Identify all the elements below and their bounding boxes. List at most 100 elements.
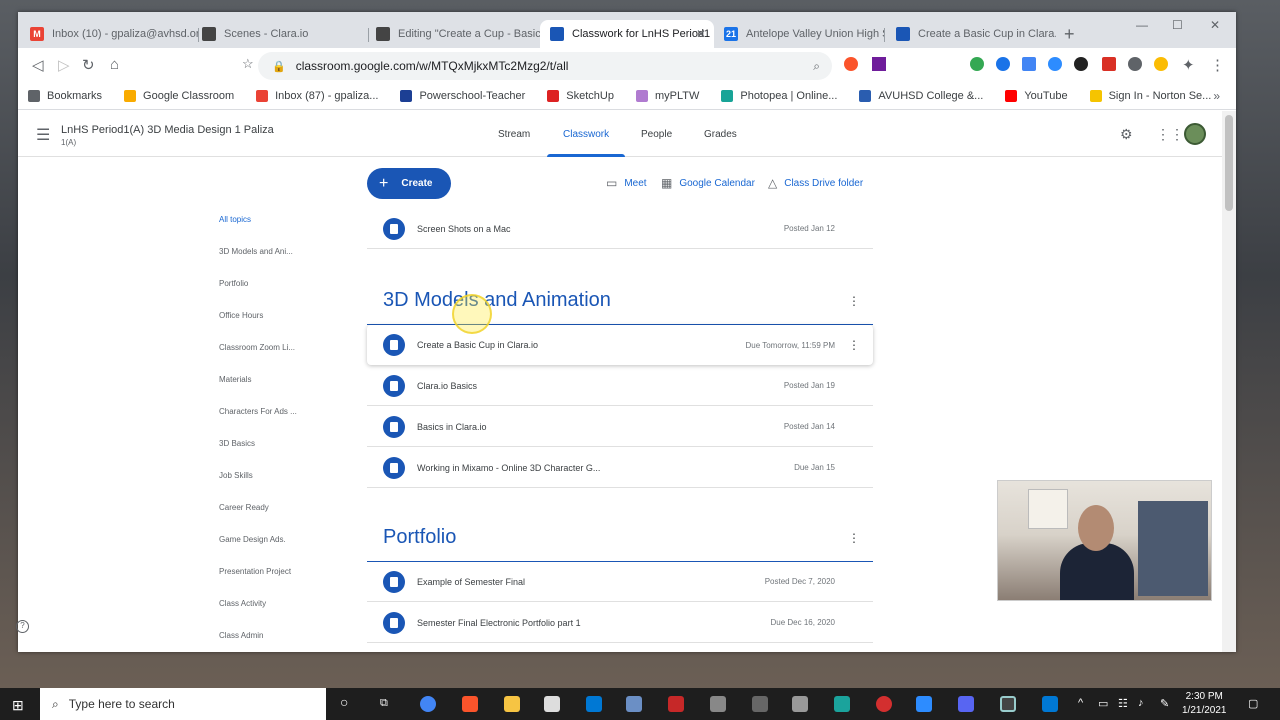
google-calendar-link[interactable]: ▦ Google Calendar [661, 176, 755, 190]
extension-icon[interactable] [1128, 57, 1142, 71]
cortana-icon[interactable]: ○ [340, 694, 348, 710]
windows-start-icon[interactable]: ⊞ [12, 697, 24, 714]
extension-icon[interactable] [1022, 57, 1036, 71]
topic-item[interactable]: 3D Models and Ani... [219, 247, 293, 256]
battery-icon[interactable]: ▭ [1098, 697, 1108, 710]
tab-grades[interactable]: Grades [704, 129, 737, 140]
more-bookmarks-icon[interactable]: » [1213, 89, 1220, 103]
tab-people[interactable]: People [641, 129, 672, 140]
mail-icon[interactable] [586, 696, 602, 712]
pen-icon[interactable]: ✎ [1160, 697, 1169, 710]
zoom-ext-icon[interactable] [1048, 57, 1062, 71]
bookmark-item[interactable]: Google Classroom [124, 89, 234, 102]
chrome-icon[interactable] [420, 696, 436, 712]
tab-antelope-valley[interactable]: 21 Antelope Valley Union High Sch [714, 20, 884, 48]
tab-gmail[interactable]: M Inbox (10) - gpaliza@avhsd.org [20, 20, 198, 48]
new-tab-icon[interactable]: + [1064, 24, 1075, 45]
show-hidden-icons[interactable]: ^ [1078, 697, 1083, 709]
topic-item[interactable]: Materials [219, 375, 251, 384]
acrobat-icon[interactable] [668, 696, 684, 712]
topic-item[interactable]: Game Design Ads. [219, 535, 286, 544]
discord-icon[interactable] [958, 696, 974, 712]
back-icon[interactable]: ◁ [32, 56, 44, 74]
topic-item[interactable]: Presentation Project [219, 567, 291, 576]
recorder-icon[interactable] [1000, 696, 1016, 712]
forward-icon[interactable]: ▷ [58, 56, 70, 74]
bookmark-item[interactable]: Bookmarks [28, 89, 102, 102]
zoom-icon[interactable]: ⌕ [813, 59, 820, 74]
topic-all[interactable]: All topics [219, 215, 251, 224]
tab-clara-editing[interactable]: Editing "Create a Cup - Basics" [366, 20, 542, 48]
extension-icon[interactable] [996, 57, 1010, 71]
store-icon[interactable] [544, 696, 560, 712]
tab-classwork[interactable]: Classwork for LnHS Period1 ✕ [540, 20, 714, 48]
topic-item[interactable]: 3D Basics [219, 439, 255, 448]
classwork-item[interactable]: Clara.io Basics Posted Jan 19 [367, 366, 873, 406]
app-icon[interactable] [792, 696, 808, 712]
avatar[interactable] [1184, 123, 1206, 145]
brave-icon[interactable] [462, 696, 478, 712]
bookmark-item[interactable]: SketchUp [547, 89, 614, 102]
extension-icon[interactable] [970, 57, 984, 71]
bookmark-item[interactable]: YouTube [1005, 89, 1068, 102]
create-button[interactable]: + Create [367, 168, 451, 199]
task-view-icon[interactable]: ⧉ [380, 697, 388, 710]
meet-link[interactable]: ▭ Meet [606, 176, 647, 190]
settings-gear-icon[interactable]: ⚙ [1120, 126, 1133, 143]
class-title[interactable]: LnHS Period1(A) 3D Media Design 1 Paliza [61, 124, 274, 136]
bookmark-star-icon[interactable]: ☆ [242, 56, 254, 72]
item-more-icon[interactable]: ⋮ [847, 338, 861, 352]
taskbar-search[interactable]: ⌕ Type here to search [40, 688, 326, 720]
topic-item[interactable]: Portfolio [219, 279, 248, 288]
bookmark-item[interactable]: AVUHSD College &... [859, 89, 983, 102]
puzzle-icon[interactable]: ✦ [1182, 56, 1195, 74]
section-title[interactable]: Portfolio [383, 526, 456, 549]
topic-item[interactable]: Class Admin [219, 631, 263, 640]
topic-item[interactable]: Characters For Ads ... [219, 407, 297, 416]
extension-icon[interactable] [1074, 57, 1088, 71]
classwork-item[interactable]: Screen Shots on a Mac Posted Jan 12 [367, 209, 873, 249]
classwork-item[interactable]: Working in Mixamo - Online 3D Character … [367, 448, 873, 488]
topic-item[interactable]: Job Skills [219, 471, 253, 480]
scrollbar-thumb[interactable] [1225, 115, 1233, 211]
reload-icon[interactable]: ↻ [82, 56, 95, 74]
file-explorer-icon[interactable] [504, 696, 520, 712]
topic-item[interactable]: Class Activity [219, 599, 266, 608]
app-icon[interactable] [1042, 696, 1058, 712]
class-drive-folder-link[interactable]: △ Class Drive folder [768, 176, 863, 190]
extension-icon[interactable] [872, 57, 886, 71]
volume-icon[interactable]: ♪ [1138, 697, 1144, 709]
network-icon[interactable]: ☷ [1118, 697, 1128, 710]
bookmark-item[interactable]: Powerschool-Teacher [400, 89, 525, 102]
extension-icon[interactable] [1154, 57, 1168, 71]
classwork-item[interactable]: Create a Basic Cup in Clara.io Due Tomor… [367, 325, 873, 365]
main-menu-icon[interactable]: ☰ [36, 125, 50, 145]
notifications-icon[interactable]: ▢ [1248, 697, 1258, 710]
classwork-item[interactable]: Semester Final Electronic Portfolio part… [367, 603, 873, 643]
bookmark-item[interactable]: Inbox (87) - gpaliza... [256, 89, 378, 102]
taskbar-clock[interactable]: 2:30 PM 1/21/2021 [1182, 690, 1227, 718]
brave-icon[interactable] [844, 57, 858, 71]
classwork-item[interactable]: Basics in Clara.io Posted Jan 14 [367, 407, 873, 447]
close-tab-icon[interactable]: ✕ [696, 27, 706, 41]
help-icon[interactable]: ? [16, 620, 29, 633]
minimize-icon[interactable]: — [1136, 18, 1148, 32]
maximize-icon[interactable]: ☐ [1172, 18, 1183, 32]
app-icon[interactable] [876, 696, 892, 712]
tab-clara-scenes[interactable]: Scenes - Clara.io [192, 20, 368, 48]
address-bar[interactable]: 🔒 classroom.google.com/w/MTQxMjkxMTc2Mzg… [258, 52, 832, 80]
app-icon[interactable] [710, 696, 726, 712]
close-window-icon[interactable]: ✕ [1210, 18, 1220, 32]
zoom-icon[interactable] [916, 696, 932, 712]
topic-item[interactable]: Career Ready [219, 503, 269, 512]
app-icon[interactable] [834, 696, 850, 712]
section-title[interactable]: 3D Models and Animation [383, 289, 611, 312]
topic-item[interactable]: Office Hours [219, 311, 263, 320]
classwork-item[interactable]: Example of Semester Final Posted Dec 7, … [367, 562, 873, 602]
apps-grid-icon[interactable]: ⋮⋮ [1156, 126, 1184, 143]
bookmark-item[interactable]: Photopea | Online... [721, 89, 837, 102]
menu-icon[interactable]: ⋮ [1210, 56, 1225, 74]
topic-item[interactable]: Classroom Zoom Li... [219, 343, 295, 352]
bookmark-item[interactable]: Sign In - Norton Se... [1089, 89, 1211, 102]
bookmark-item[interactable]: myPLTW [635, 89, 699, 102]
